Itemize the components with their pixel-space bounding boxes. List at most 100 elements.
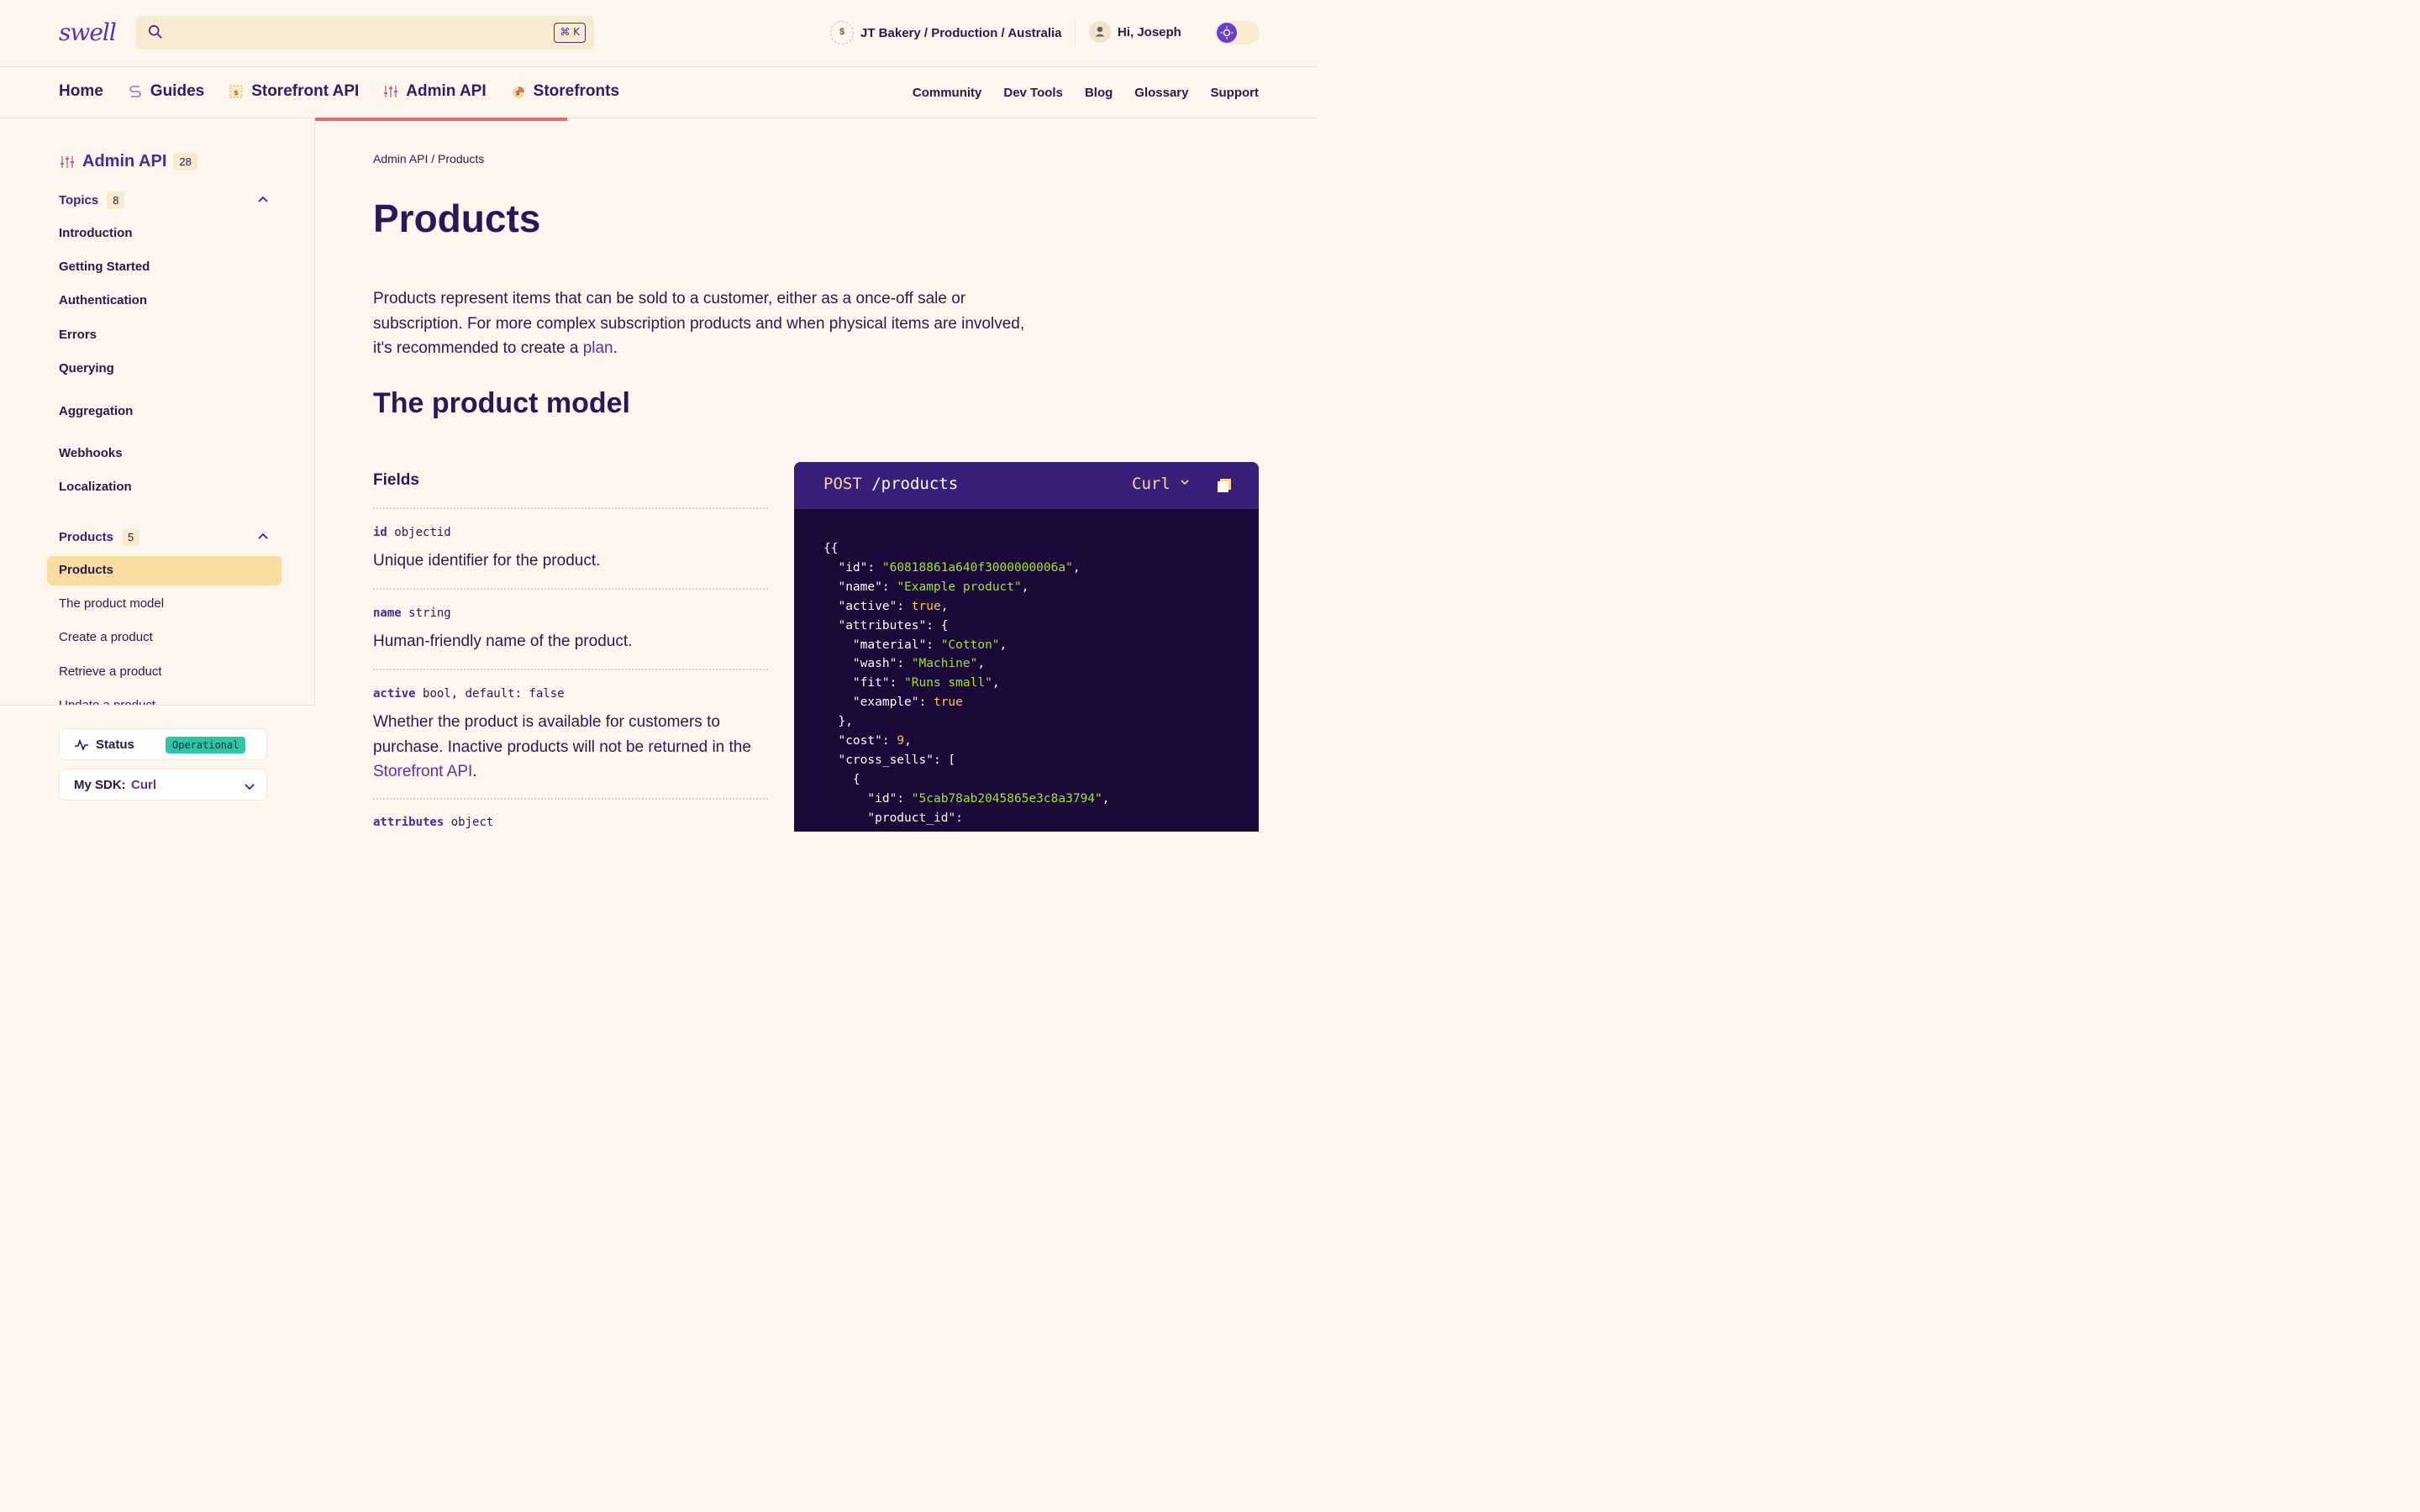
section-heading: The product model — [373, 387, 630, 419]
field-key: id — [373, 526, 387, 539]
store-selector[interactable]: $ JT Bakery / Production / Australia — [830, 21, 1062, 45]
sun-icon — [1217, 23, 1237, 43]
nav-home[interactable]: Home — [59, 82, 103, 101]
products-section-toggle[interactable]: Products 5 — [59, 528, 140, 546]
sdk-value: Curl — [131, 778, 156, 792]
storefronts-icon: $ — [512, 87, 524, 98]
products-count: 5 — [122, 528, 140, 546]
sidebar-footer: Status Operational My SDK: Curl — [0, 705, 315, 823]
chevron-up-icon[interactable] — [257, 531, 269, 543]
field-key: attributes — [373, 816, 445, 829]
copy-icon[interactable] — [1217, 478, 1232, 493]
store-coin-icon: $ — [830, 21, 854, 45]
field-name: id objectid — [373, 526, 451, 539]
sidebar-item-querying[interactable]: Querying — [59, 361, 114, 375]
nav-glossary[interactable]: Glossary — [1134, 86, 1188, 100]
field-type: object — [450, 816, 494, 829]
main-nav: Home Guides $ Storefront API Admin API $… — [0, 67, 1318, 118]
user-avatar-icon — [1089, 21, 1111, 43]
language-selector[interactable]: Curl — [1132, 475, 1190, 493]
sidebar-item-create-product[interactable]: Create a product — [59, 630, 153, 644]
svg-text:$: $ — [234, 89, 239, 97]
sidebar-title: Admin API 28 — [59, 152, 197, 171]
swell-logo[interactable]: swell — [59, 18, 117, 46]
field-description-end: . — [472, 763, 477, 780]
code-header: POST /products Curl — [794, 462, 1259, 509]
field-name: active bool, default: false — [373, 687, 565, 701]
field-divider — [373, 798, 768, 800]
search-shortcut-badge: ⌘ K — [554, 23, 586, 43]
chevron-up-icon[interactable] — [257, 194, 269, 206]
field-type: bool, default: false — [423, 687, 565, 701]
sdk-selector[interactable]: My SDK: Curl — [59, 769, 267, 801]
sidebar-item-webhooks[interactable]: Webhooks — [59, 446, 123, 460]
storefront-api-link[interactable]: Storefront API — [373, 763, 472, 780]
status-card[interactable]: Status Operational — [59, 728, 267, 760]
nav-storefronts[interactable]: $ Storefronts — [510, 82, 619, 101]
sidebar-item-introduction[interactable]: Introduction — [59, 226, 132, 240]
field-description: Unique identifier for the product. — [373, 552, 601, 570]
field-key: active — [373, 687, 416, 701]
sidebar-item-retrieve-product[interactable]: Retrieve a product — [59, 664, 162, 679]
topics-count: 8 — [107, 192, 125, 209]
language-label: Curl — [1132, 475, 1171, 493]
chevron-down-icon — [1181, 480, 1189, 486]
activity-icon — [75, 738, 88, 752]
plan-link[interactable]: plan — [583, 339, 613, 357]
status-badge: Operational — [166, 737, 246, 753]
search-icon — [148, 24, 162, 39]
sidebar-item-product-model[interactable]: The product model — [59, 596, 164, 611]
main-content: Admin API / Products Products Products r… — [316, 118, 1318, 832]
nav-blog[interactable]: Blog — [1085, 86, 1113, 100]
nav-admin-api-label: Admin API — [406, 82, 487, 100]
user-menu[interactable]: Hi, Joseph — [1089, 21, 1181, 43]
chevron-down-icon — [245, 784, 255, 790]
search-input[interactable]: ⌘ K — [136, 16, 594, 50]
intro-text-end: . — [613, 339, 618, 357]
field-type: objectid — [394, 526, 451, 539]
field-description-text: Whether the product is available for cus… — [373, 713, 751, 756]
nav-guides-label: Guides — [150, 82, 205, 100]
sidebar-item-errors[interactable]: Errors — [59, 328, 97, 342]
topics-label: Topics — [59, 193, 99, 207]
field-divider — [373, 507, 768, 509]
admin-api-icon — [384, 86, 398, 97]
field-name: attributes object — [373, 816, 493, 829]
sidebar-item-localization[interactable]: Localization — [59, 480, 132, 494]
sidebar-item-getting-started[interactable]: Getting Started — [59, 260, 150, 274]
header-divider — [1075, 20, 1076, 47]
theme-toggle[interactable] — [1215, 21, 1260, 45]
nav-support[interactable]: Support — [1211, 86, 1260, 100]
status-label: Status — [96, 738, 134, 752]
nav-dev-tools[interactable]: Dev Tools — [1003, 86, 1063, 100]
svg-text:$: $ — [515, 90, 519, 97]
intro-paragraph: Products represent items that can be sol… — [373, 286, 1028, 361]
store-label: JT Bakery / Production / Australia — [860, 25, 1062, 40]
field-type: string — [408, 606, 451, 620]
topics-section-toggle[interactable]: Topics 8 — [59, 192, 125, 209]
fields-heading: Fields — [373, 471, 419, 489]
field-key: name — [373, 606, 402, 620]
guides-icon — [129, 86, 141, 97]
field-divider — [373, 588, 768, 590]
field-description: Whether the product is available for cus… — [373, 710, 768, 785]
field-divider — [373, 669, 768, 670]
endpoint-path: /products — [871, 475, 959, 493]
nav-storefront-api-label: Storefront API — [251, 82, 360, 100]
field-name: name string — [373, 606, 451, 620]
user-greeting: Hi, Joseph — [1118, 24, 1181, 39]
sdk-label: My SDK: — [74, 778, 126, 792]
sidebar-item-products[interactable]: Products — [59, 563, 113, 577]
code-block: {{ "id": "60818861a640f3000000006a", "na… — [823, 542, 1110, 825]
storefront-api-icon: $ — [229, 85, 243, 98]
nav-guides[interactable]: Guides — [127, 82, 204, 101]
endpoint: POST /products — [823, 475, 958, 493]
sidebar-item-aggregation[interactable]: Aggregation — [59, 404, 133, 418]
sidebar-item-authentication[interactable]: Authentication — [59, 293, 147, 307]
sidebar: Admin API 28 Topics 8 Introduction Getti… — [0, 118, 315, 823]
admin-api-icon — [60, 155, 74, 168]
nav-community[interactable]: Community — [913, 86, 982, 100]
field-description: Human-friendly name of the product. — [373, 633, 633, 650]
nav-admin-api[interactable]: Admin API — [382, 82, 487, 101]
nav-storefront-api[interactable]: $ Storefront API — [228, 82, 359, 101]
